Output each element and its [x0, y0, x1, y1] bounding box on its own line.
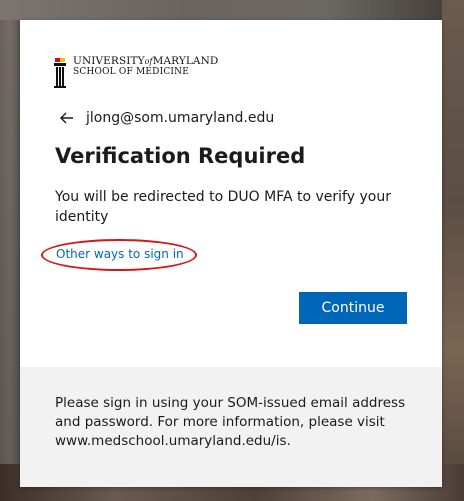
description-text: You will be redirected to DUO MFA to ver…: [55, 189, 391, 225]
page-title: Verification Required: [55, 144, 306, 168]
footer-text: Please sign in using your SOM-issued ema…: [55, 395, 406, 449]
logo-school: SCHOOL OF MEDICINE: [73, 67, 190, 77]
logo-university: UNIVERSITY: [73, 55, 145, 67]
other-ways-link[interactable]: Other ways to sign in: [56, 247, 184, 261]
arrow-left-icon[interactable]: [58, 109, 76, 127]
logo-maryland: MARYLAND: [152, 55, 219, 67]
continue-button[interactable]: Continue: [299, 292, 407, 324]
logo-wordmark: UNIVERSITYofMARYLAND SCHOOL OF MEDICINE: [73, 56, 218, 78]
logo-of: of: [144, 57, 153, 66]
identity-email: jlong@som.umaryland.edu: [86, 110, 275, 126]
background-right: [442, 0, 464, 501]
footer-panel: Please sign in using your SOM-issued ema…: [20, 367, 442, 487]
background-top: [0, 0, 464, 20]
university-mace-logo-icon: [54, 58, 66, 88]
identity-banner: jlong@som.umaryland.edu: [58, 109, 274, 127]
sign-in-card: UNIVERSITYofMARYLAND SCHOOL OF MEDICINE …: [20, 20, 442, 487]
other-ways-highlight: Other ways to sign in: [41, 239, 197, 271]
university-logo: UNIVERSITYofMARYLAND SCHOOL OF MEDICINE: [53, 56, 218, 90]
